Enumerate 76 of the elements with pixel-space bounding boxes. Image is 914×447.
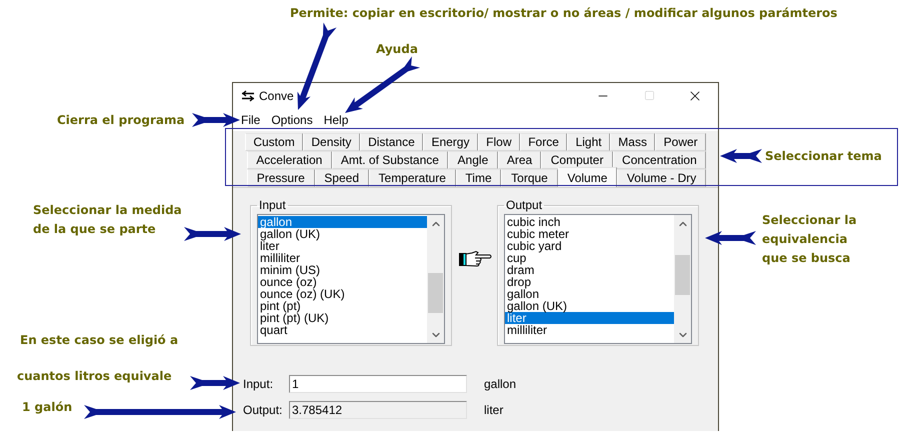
tab[interactable]: Speed [314, 169, 369, 187]
unit-label: liter [484, 403, 504, 417]
tab[interactable]: Pressure [247, 169, 315, 187]
tab[interactable]: Density [303, 133, 360, 151]
list-item[interactable]: gallon (UK) [258, 228, 427, 240]
callout-arrow [720, 149, 762, 163]
list-item[interactable]: cup [505, 252, 674, 264]
annotation-text: Seleccionar tema [765, 148, 882, 165]
unit-label: gallon [484, 377, 516, 391]
annotation-text: 1 galón [22, 399, 72, 416]
scrollbar[interactable] [674, 215, 691, 343]
tab[interactable]: Angle [448, 151, 498, 169]
annotation-text: Seleccionar la medida de la que se parte [33, 202, 182, 238]
annotation-text: Cierra el programa [57, 112, 185, 129]
arrows-icon [241, 90, 255, 102]
scrollbar[interactable] [427, 215, 444, 343]
list-box[interactable]: gallon gallon (UK) liter milliliter minim (US) ounce (oz) ounce (oz) (UK) pint (pt) pint (pt) (UK) quart [257, 214, 445, 344]
list-item[interactable]: dram [505, 264, 674, 276]
list-item[interactable]: gallon [505, 288, 674, 300]
group-label: Input [258, 198, 287, 212]
annotation-text: Permite: copiar en escritorio/ mostrar o no áreas / modificar algunos parámteros [290, 5, 838, 22]
annotation-text: Ayuda [376, 41, 418, 58]
tab[interactable]: Force [520, 133, 568, 151]
tab[interactable]: Acceleration [247, 151, 332, 169]
tab[interactable]: Time [456, 169, 502, 187]
callout-arrow [705, 231, 756, 245]
tab[interactable]: Volume [558, 167, 618, 187]
list-item[interactable]: quart [258, 324, 427, 336]
field-label: Input: [243, 377, 274, 391]
tab[interactable]: Volume - Dry [617, 169, 706, 187]
callout-arrow [190, 376, 240, 390]
output-field[interactable]: 3.785412 [289, 401, 467, 419]
pointing-hand-icon [458, 250, 492, 268]
tab[interactable]: Torque [501, 169, 558, 187]
tab[interactable]: Energy [423, 133, 478, 151]
list-item[interactable]: liter [505, 312, 674, 324]
tab[interactable]: Mass [610, 133, 656, 151]
group-label: Output [505, 198, 544, 212]
list-item[interactable]: minim (US) [258, 264, 427, 276]
tab[interactable]: Distance [360, 133, 424, 151]
list-item[interactable]: cubic inch [505, 216, 674, 228]
list-item[interactable]: pint (pt) (UK) [258, 312, 427, 324]
list-item[interactable]: ounce (oz) (UK) [258, 288, 427, 300]
window-title: Conve [259, 88, 295, 102]
list-item[interactable]: liter [258, 240, 427, 252]
input-field[interactable]: 1 [289, 375, 467, 393]
annotation-text: cuantos litros equivale [17, 368, 172, 385]
menu-item[interactable]: Options [266, 112, 318, 126]
annotation-text: Seleccionar la equivalencia que se busca [762, 212, 857, 267]
field-label: Output: [243, 403, 284, 417]
tab[interactable]: Computer [541, 151, 613, 169]
list-item[interactable]: gallon (UK) [505, 300, 674, 312]
callout-arrow [184, 227, 241, 241]
scroll-thumb[interactable] [428, 273, 443, 313]
scroll-thumb[interactable] [675, 255, 690, 295]
list-item[interactable]: drop [505, 276, 674, 288]
tab[interactable]: Area [498, 151, 542, 169]
tab[interactable]: Temperature [368, 169, 456, 187]
tab[interactable]: Concentration [612, 151, 706, 169]
list-item[interactable]: pint (pt) [258, 300, 427, 312]
tab[interactable]: Power [655, 133, 706, 151]
list-item[interactable]: cubic meter [505, 228, 674, 240]
tab[interactable]: Flow [478, 133, 520, 151]
callout-arrow [192, 113, 240, 127]
list-item[interactable]: milliliter [505, 324, 674, 336]
tab[interactable]: Custom [245, 133, 304, 151]
list-item[interactable]: ounce (oz) [258, 276, 427, 288]
list-box[interactable]: cubic inch cubic meter cubic yard cup dram drop gallon gallon (UK) liter milliliter [504, 214, 692, 344]
menu-item[interactable]: File [236, 112, 266, 126]
list-item[interactable]: gallon [258, 216, 427, 228]
menu-item[interactable]: Help [318, 112, 354, 126]
list-item[interactable]: milliliter [258, 252, 427, 264]
annotation-text: En este caso se eligió a [20, 332, 178, 349]
tab[interactable]: Light [567, 133, 610, 151]
list-item[interactable]: cubic yard [505, 240, 674, 252]
tab[interactable]: Amt. of Substance [332, 151, 448, 169]
